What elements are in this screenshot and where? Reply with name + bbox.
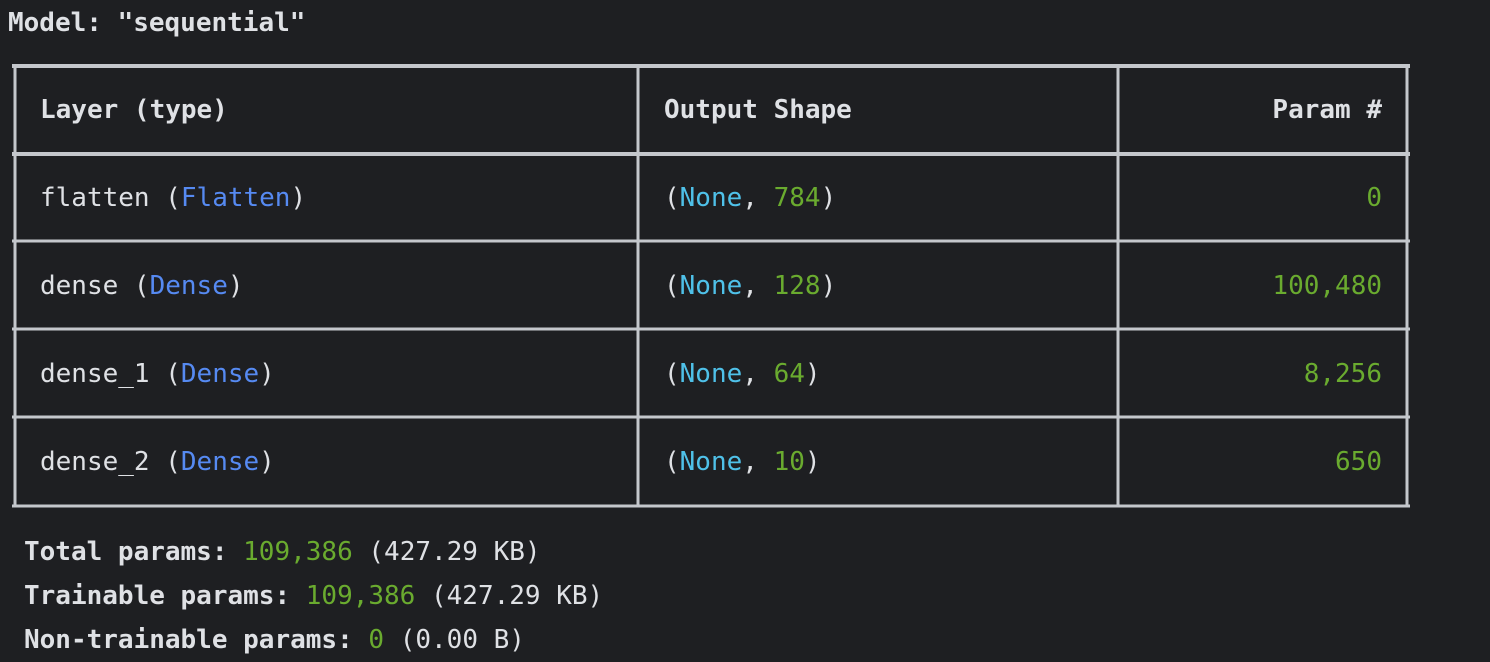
layer-name: dense xyxy=(40,271,119,301)
table-row-output-shape: (None, 784) xyxy=(664,183,837,213)
layer-name: dense_1 xyxy=(40,359,150,389)
non-trainable-params-count: 0 xyxy=(368,625,385,655)
header-layer-type: Layer (type) xyxy=(40,95,228,125)
non-trainable-params-label: Non-trainable params: xyxy=(24,625,353,655)
layer-type: Dense xyxy=(180,447,260,477)
shape-dim: 128 xyxy=(773,271,821,301)
layer-type: Flatten xyxy=(180,183,291,213)
total-params-label: Total params: xyxy=(24,537,228,567)
layer-name: dense_2 xyxy=(40,447,150,477)
header-param-count: Param # xyxy=(1272,95,1382,125)
trainable-params-count: 109,386 xyxy=(305,581,416,611)
table-row-output-shape: (None, 64) xyxy=(664,359,821,389)
table-row-layer: flatten (Flatten) xyxy=(40,183,307,213)
params-summary: Total params: 109,386 (427.29 KB) Traina… xyxy=(24,530,603,662)
shape-dim: 784 xyxy=(773,183,821,213)
layer-type: Dense xyxy=(149,271,228,301)
table-row-layer: dense (Dense) xyxy=(40,271,244,301)
shape-dim: 10 xyxy=(773,447,805,477)
table-row-params: 0 xyxy=(1366,183,1382,213)
table-row-layer: dense_1 (Dense) xyxy=(40,359,275,389)
model-title: Model: "sequential" xyxy=(8,8,306,38)
table-row-layer: dense_2 (Dense) xyxy=(40,447,275,477)
trainable-params-line: Trainable params: 109,386 (427.29 KB) xyxy=(24,574,603,618)
table-row-output-shape: (None, 128) xyxy=(664,271,837,301)
trainable-params-label: Trainable params: xyxy=(24,581,291,611)
total-params-count: 109,386 xyxy=(243,537,353,567)
shape-batch: None xyxy=(679,271,743,301)
table-row-params: 650 xyxy=(1335,447,1382,477)
trainable-params-size: (427.29 KB) xyxy=(431,581,604,611)
shape-batch: None xyxy=(679,183,743,213)
layer-type: Dense xyxy=(180,359,260,389)
model-summary-table: Layer (type) Output Shape Param # flatte… xyxy=(12,63,1410,508)
shape-batch: None xyxy=(679,359,743,389)
shape-batch: None xyxy=(679,447,743,477)
header-output-shape: Output Shape xyxy=(664,95,852,125)
non-trainable-params-line: Non-trainable params: 0 (0.00 B) xyxy=(24,618,603,662)
layer-name: flatten xyxy=(40,183,150,213)
table-row-output-shape: (None, 10) xyxy=(664,447,821,477)
table-row-params: 100,480 xyxy=(1272,271,1382,301)
total-params-line: Total params: 109,386 (427.29 KB) xyxy=(24,530,603,574)
non-trainable-params-size: (0.00 B) xyxy=(399,625,525,655)
total-params-size: (427.29 KB) xyxy=(368,537,541,567)
table-row-params: 8,256 xyxy=(1303,359,1382,389)
shape-dim: 64 xyxy=(773,359,805,389)
